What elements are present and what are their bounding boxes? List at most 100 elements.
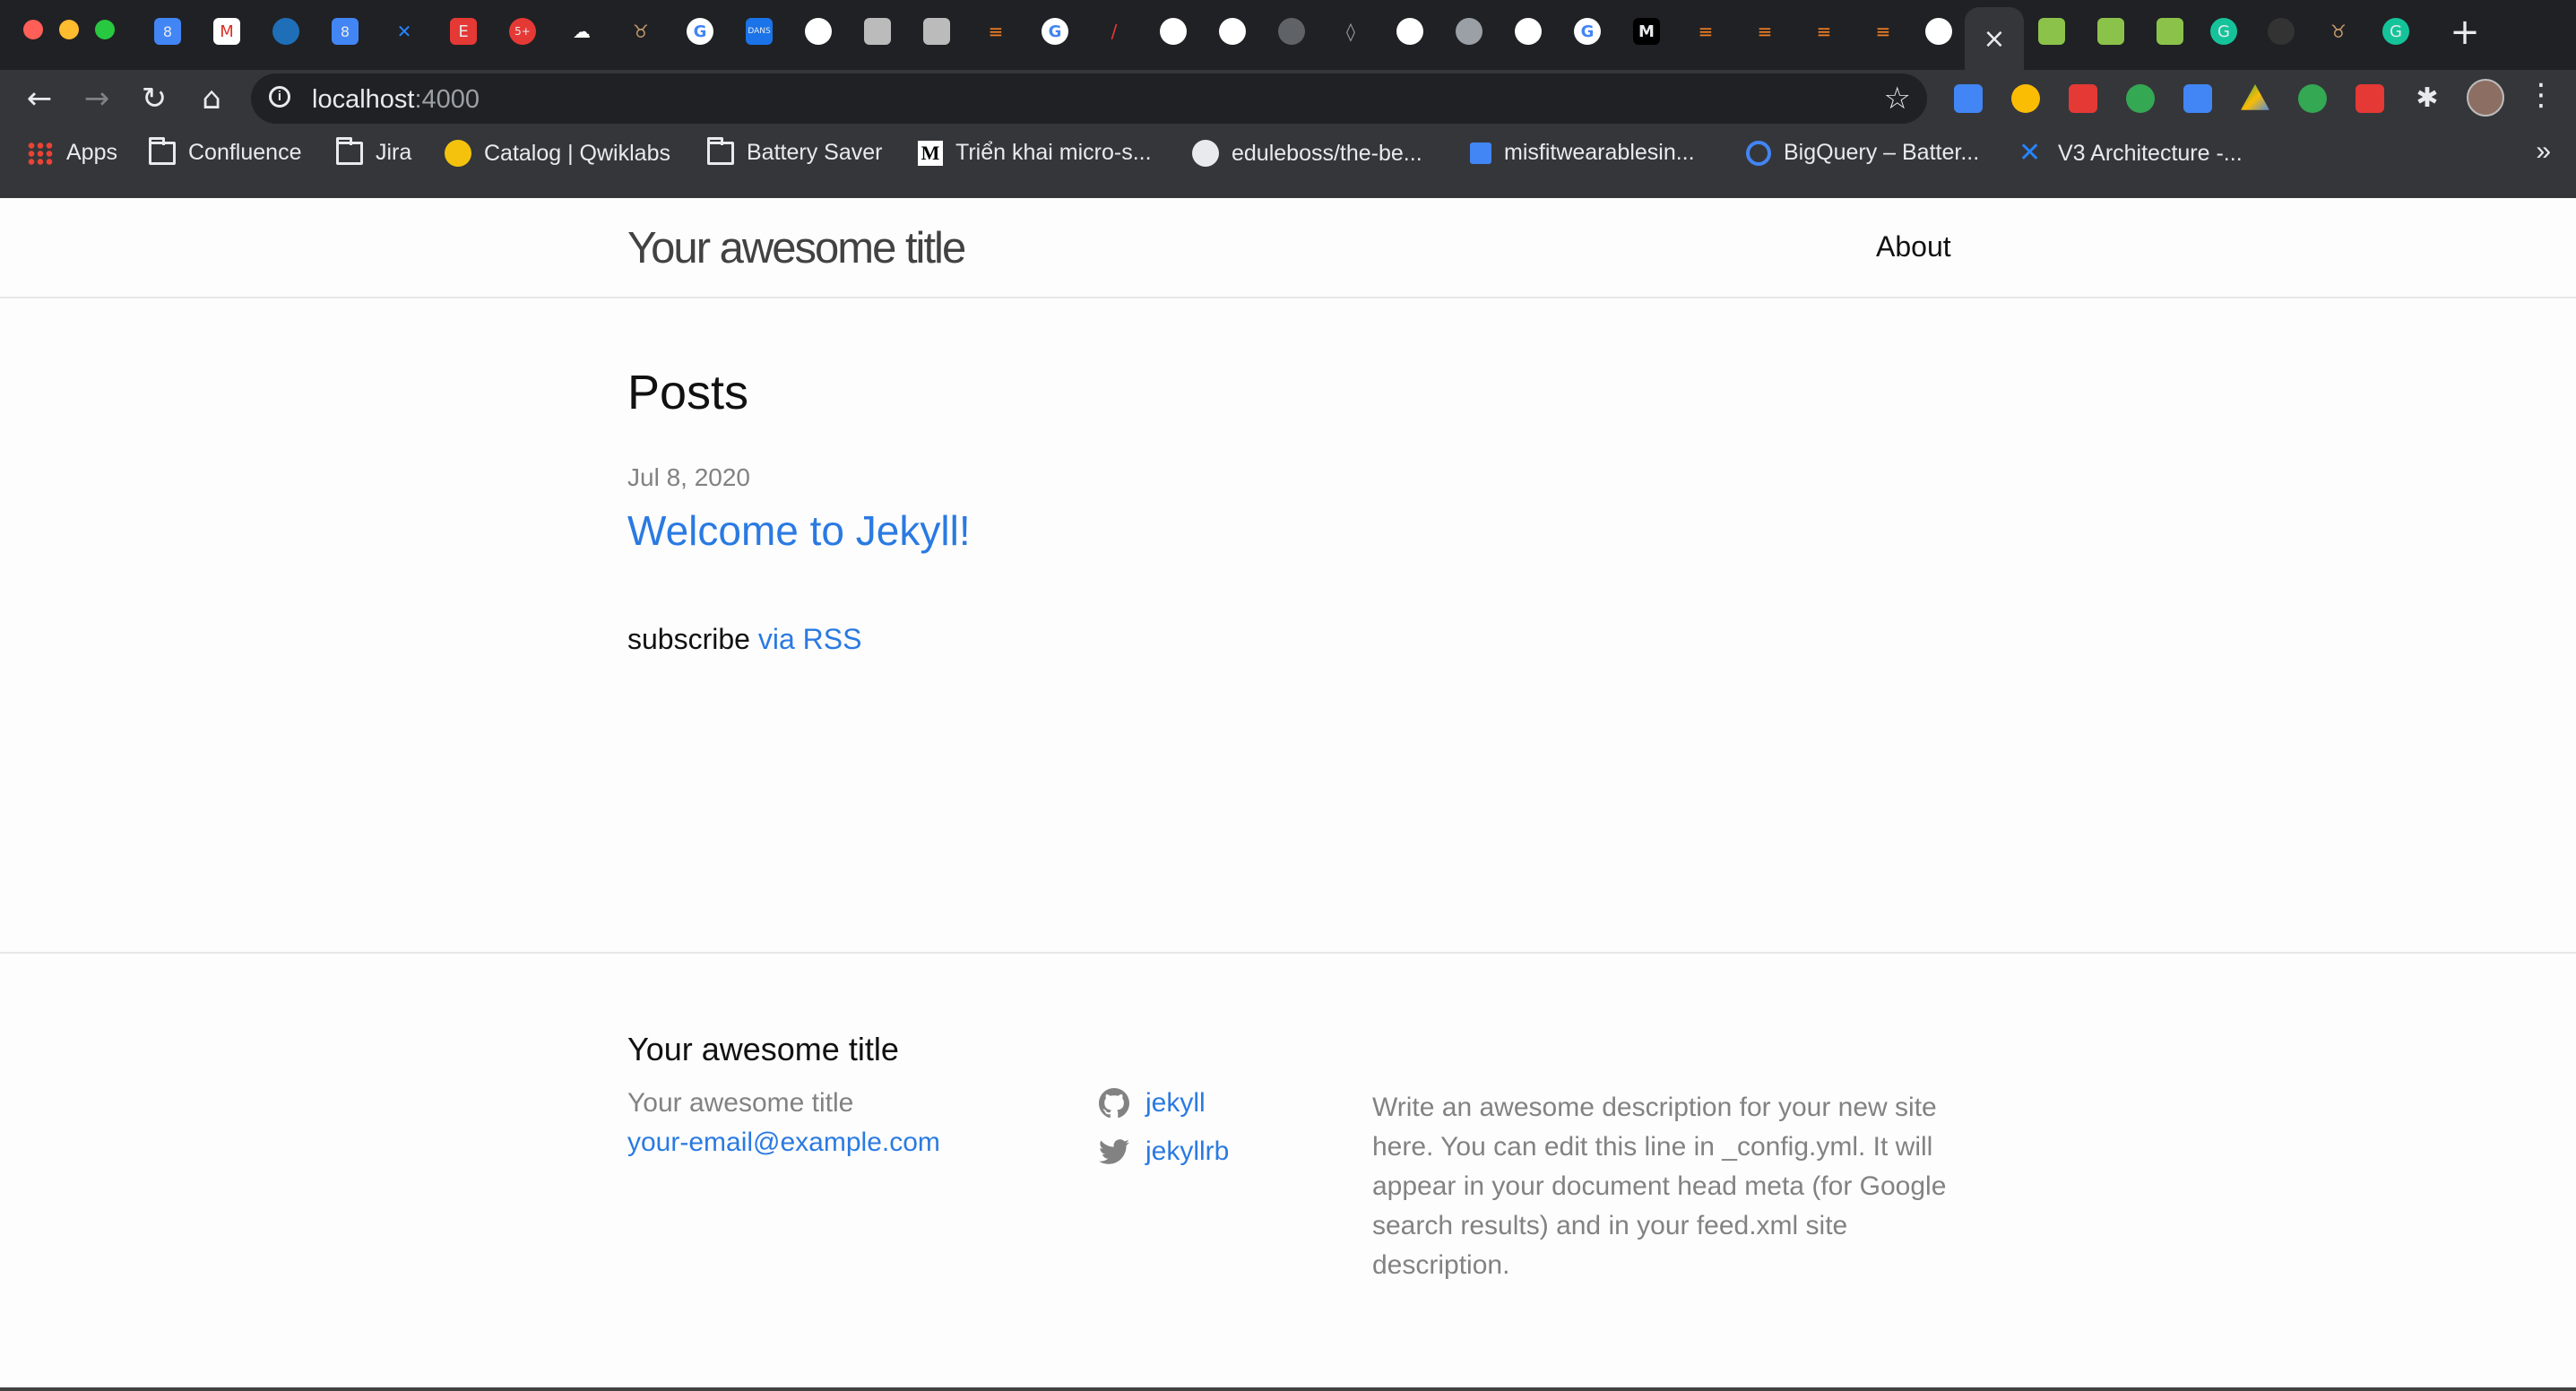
twitter-icon	[1099, 1139, 1129, 1164]
close-window-button[interactable]	[23, 20, 43, 39]
drop-tab-icon[interactable]: ◊	[1337, 18, 1364, 45]
twitter-profile-link[interactable]: jekyllrb	[1099, 1136, 1229, 1167]
calendar-extension-icon[interactable]	[2183, 84, 2212, 113]
github-tab-icon[interactable]	[1925, 18, 1952, 45]
app-tab-icon[interactable]: DANS	[746, 18, 773, 45]
globe-tab-icon[interactable]	[1278, 18, 1305, 45]
google-tab-icon[interactable]: G	[1042, 18, 1068, 45]
stackoverflow-tab-icon[interactable]: ≡	[1811, 18, 1837, 45]
back-arrow-icon[interactable]: ←	[20, 79, 59, 118]
apps-grid-icon	[27, 141, 54, 165]
forward-arrow-icon[interactable]: →	[77, 79, 117, 118]
globe-tab-icon[interactable]	[1456, 18, 1482, 45]
cloud-tab-icon[interactable]: ☁	[568, 18, 595, 45]
bookmark-misfit[interactable]: misfitwearablesin...	[1470, 140, 1695, 166]
profile-tab-icon[interactable]	[923, 18, 950, 45]
bookmark-label: BigQuery – Batter...	[1784, 140, 1980, 165]
sheet-tab-icon[interactable]	[2097, 18, 2124, 45]
minimize-window-button[interactable]	[59, 20, 79, 39]
github-profile-link[interactable]: jekyll	[1099, 1088, 1206, 1119]
new-tab-button[interactable]: +	[2447, 14, 2483, 50]
folder-icon	[707, 136, 734, 165]
github-tab-icon[interactable]	[1396, 18, 1423, 45]
rss-link[interactable]: via RSS	[758, 623, 862, 655]
twitter-username: jekyllrb	[1145, 1136, 1230, 1166]
site-info-icon[interactable]: i	[269, 86, 290, 108]
ox-tab-icon[interactable]: ♉	[627, 18, 654, 45]
github-tab-icon[interactable]	[805, 18, 832, 45]
footer-site-name: Your awesome title	[627, 1088, 854, 1118]
puzzle-extensions-icon[interactable]: ✱	[2413, 84, 2442, 113]
github-tab-icon[interactable]	[2268, 18, 2295, 45]
app-tab-icon[interactable]	[272, 18, 299, 45]
bookmark-star-icon[interactable]: ☆	[1884, 81, 1911, 117]
subscribe-line: subscribe via RSS	[627, 623, 861, 656]
menu-kebab-icon[interactable]: ⋮	[2526, 77, 2556, 113]
profile-avatar[interactable]	[2467, 79, 2504, 117]
stackoverflow-tab-icon[interactable]: ≡	[1870, 18, 1897, 45]
qwiklabs-icon	[445, 140, 471, 167]
bookmark-label: eduleboss/the-be...	[1232, 140, 1422, 166]
nav-about-link[interactable]: About	[1876, 230, 1951, 264]
medium-tab-icon[interactable]: M	[1633, 18, 1660, 45]
gmail-tab-icon[interactable]: M	[213, 18, 240, 45]
extension-icon[interactable]	[2011, 84, 2040, 113]
active-tab-close-button[interactable]: ×	[1965, 7, 2024, 70]
pen-tab-icon[interactable]: /	[1101, 18, 1128, 45]
home-icon[interactable]: ⌂	[192, 79, 231, 118]
confluence-tab-icon[interactable]: ✕	[391, 18, 418, 45]
stackoverflow-tab-icon[interactable]: ≡	[1692, 18, 1719, 45]
google-tab-icon[interactable]: G	[1574, 18, 1601, 45]
profile-tab-icon[interactable]	[864, 18, 891, 45]
footer-heading: Your awesome title	[627, 1031, 899, 1067]
github-tab-icon[interactable]	[1160, 18, 1187, 45]
post-title-link[interactable]: Welcome to Jekyll!	[627, 506, 971, 555]
github-tab-icon[interactable]	[1515, 18, 1542, 45]
stackoverflow-tab-icon[interactable]: ≡	[982, 18, 1009, 45]
github-icon	[1099, 1088, 1129, 1119]
grammarly-tab-icon[interactable]: G	[2382, 18, 2409, 45]
github-tab-icon[interactable]	[1219, 18, 1246, 45]
github-icon	[1192, 140, 1219, 167]
maximize-window-button[interactable]	[95, 20, 115, 39]
bookmark-battery-saver[interactable]: Battery Saver	[707, 136, 882, 166]
hangouts-extension-icon[interactable]	[2298, 84, 2327, 113]
site-title-link[interactable]: Your awesome title	[627, 223, 966, 273]
app-tab-icon[interactable]: E	[450, 18, 477, 45]
bookmark-icon	[1470, 142, 1491, 164]
translate-extension-icon[interactable]	[1954, 84, 1983, 113]
bookmark-label: Apps	[66, 140, 117, 165]
bookmark-bigquery[interactable]: BigQuery – Batter...	[1746, 140, 1979, 166]
bookmark-confluence[interactable]: Confluence	[149, 136, 301, 166]
posts-heading: Posts	[627, 366, 749, 419]
stackoverflow-tab-icon[interactable]: ≡	[1751, 18, 1778, 45]
extension-icon[interactable]	[2356, 84, 2384, 113]
bookmark-v3-architecture[interactable]: ✕ V3 Architecture -...	[2018, 140, 2243, 167]
footer-email-link[interactable]: your-email@example.com	[627, 1127, 940, 1158]
reload-icon[interactable]: ↻	[134, 79, 174, 118]
bookmark-qwiklabs[interactable]: Catalog | Qwiklabs	[445, 140, 670, 167]
bookmark-label: V3 Architecture -...	[2058, 140, 2243, 166]
notification-tab-icon[interactable]: 5+	[509, 18, 536, 45]
address-bar[interactable]: i localhost:4000 ☆	[251, 73, 1927, 124]
url-text[interactable]: localhost:4000	[312, 85, 480, 115]
calendar-tab-icon[interactable]: 8	[332, 18, 359, 45]
bookmark-apps[interactable]: Apps	[27, 140, 117, 166]
ox-tab-icon[interactable]: ♉	[2325, 18, 2352, 45]
gmail-extension-icon[interactable]	[2069, 84, 2097, 113]
bookmark-github[interactable]: eduleboss/the-be...	[1192, 140, 1422, 167]
sheet-tab-icon[interactable]	[2157, 18, 2183, 45]
drive-extension-icon[interactable]	[2241, 84, 2269, 110]
close-icon[interactable]: ×	[1983, 23, 2005, 55]
bookmarks-overflow-button[interactable]: »	[2536, 136, 2551, 167]
sheet-tab-icon[interactable]	[2038, 18, 2065, 45]
window-bottom-edge	[0, 1387, 2576, 1391]
google-tab-icon[interactable]: G	[687, 18, 713, 45]
bookmark-medium[interactable]: M Triển khai micro-s...	[918, 140, 1152, 166]
extension-icon[interactable]	[2126, 84, 2155, 113]
calendar-tab-icon[interactable]: 8	[154, 18, 181, 45]
bigquery-icon	[1746, 140, 1771, 166]
confluence-icon: ✕	[2018, 137, 2042, 168]
bookmark-jira[interactable]: Jira	[336, 136, 411, 166]
grammarly-tab-icon[interactable]: G	[2210, 18, 2237, 45]
